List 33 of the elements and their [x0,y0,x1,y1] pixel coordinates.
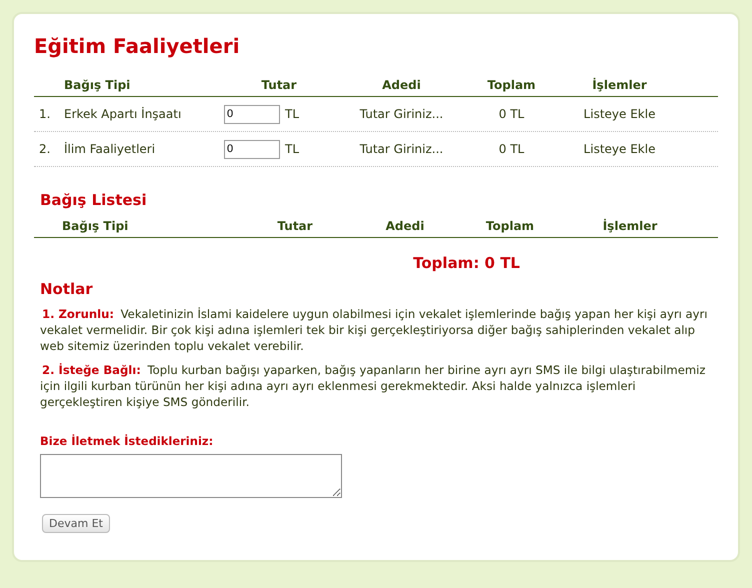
section-title: Bağış Listesi [40,191,148,209]
column-header: Toplam [486,77,537,94]
amount-field[interactable]: 0 [224,140,280,158]
currency-label: TL [285,106,300,123]
total-cell-text: 0 TL [498,141,526,158]
currency-label: TL [285,141,300,158]
column-header: Bağış Tipi [61,218,130,235]
donation-type: Erkek Apartı İnşaatı [64,106,182,123]
column-header: Adedi [384,218,426,235]
row-number: 2. [38,141,52,158]
continue-button[interactable]: Devam Et [42,514,110,533]
message-field[interactable] [40,454,342,498]
page-title: Eğitim Faaliyetleri [34,34,241,58]
count-cell-text: Tutar Giriniz... [358,141,444,158]
column-header: Tutar [276,218,314,235]
column-header: Toplam [484,218,536,235]
add-to-list-link[interactable]: Listeye Ekle [554,107,685,121]
column-header: İşlemler [602,218,658,235]
column-header: Bağış Tipi [64,77,132,94]
message-label: Bize İletmek İstedikleriniz: [40,434,214,448]
column-header: Tutar [260,77,298,94]
total-cell-text: 0 TL [498,106,526,123]
note-paragraph: 2. İsteğe Bağlı: Toplu kurban bağışı yaparken, bağış yapanların her birine ayrı ayrı SMS ile bilgi ulaştırabilmemiz için ilgili kurban türünün her kişi adına ayrı ayrı eklenmesi gerekmektedir. Aksi halde yalnızca işlemleri gerçekleştiren kişiye SMS gönderilir. [40,362,706,410]
row-number: 1. [38,106,52,123]
column-header: İşlemler [591,76,648,94]
grand-total: Toplam: 0 TL [413,254,520,272]
column-header: Adedi [381,77,422,94]
note-paragraph: 1. Zorunlu: Vekaletinizin İslami kaidelere uygun olabilmesi için vekalet işlemlerinde bağış yapan her kişi ayrı ayrı vekalet vermelidir. Bir çok kişi adına işlemleri tek bir kişi gerçekleştiriyorsa diğer bağış sahiplerinden vekalet alıp web sitemiz üzerinden toplu vekalet verebilir. [40,306,708,354]
donation-type: İlim Faaliyetleri [64,141,156,158]
amount-field[interactable]: 0 [224,104,280,124]
section-title: Notlar [40,280,94,298]
add-to-list-link[interactable]: Listeye Ekle [554,142,685,156]
count-cell-text: Tutar Giriniz... [358,106,444,123]
